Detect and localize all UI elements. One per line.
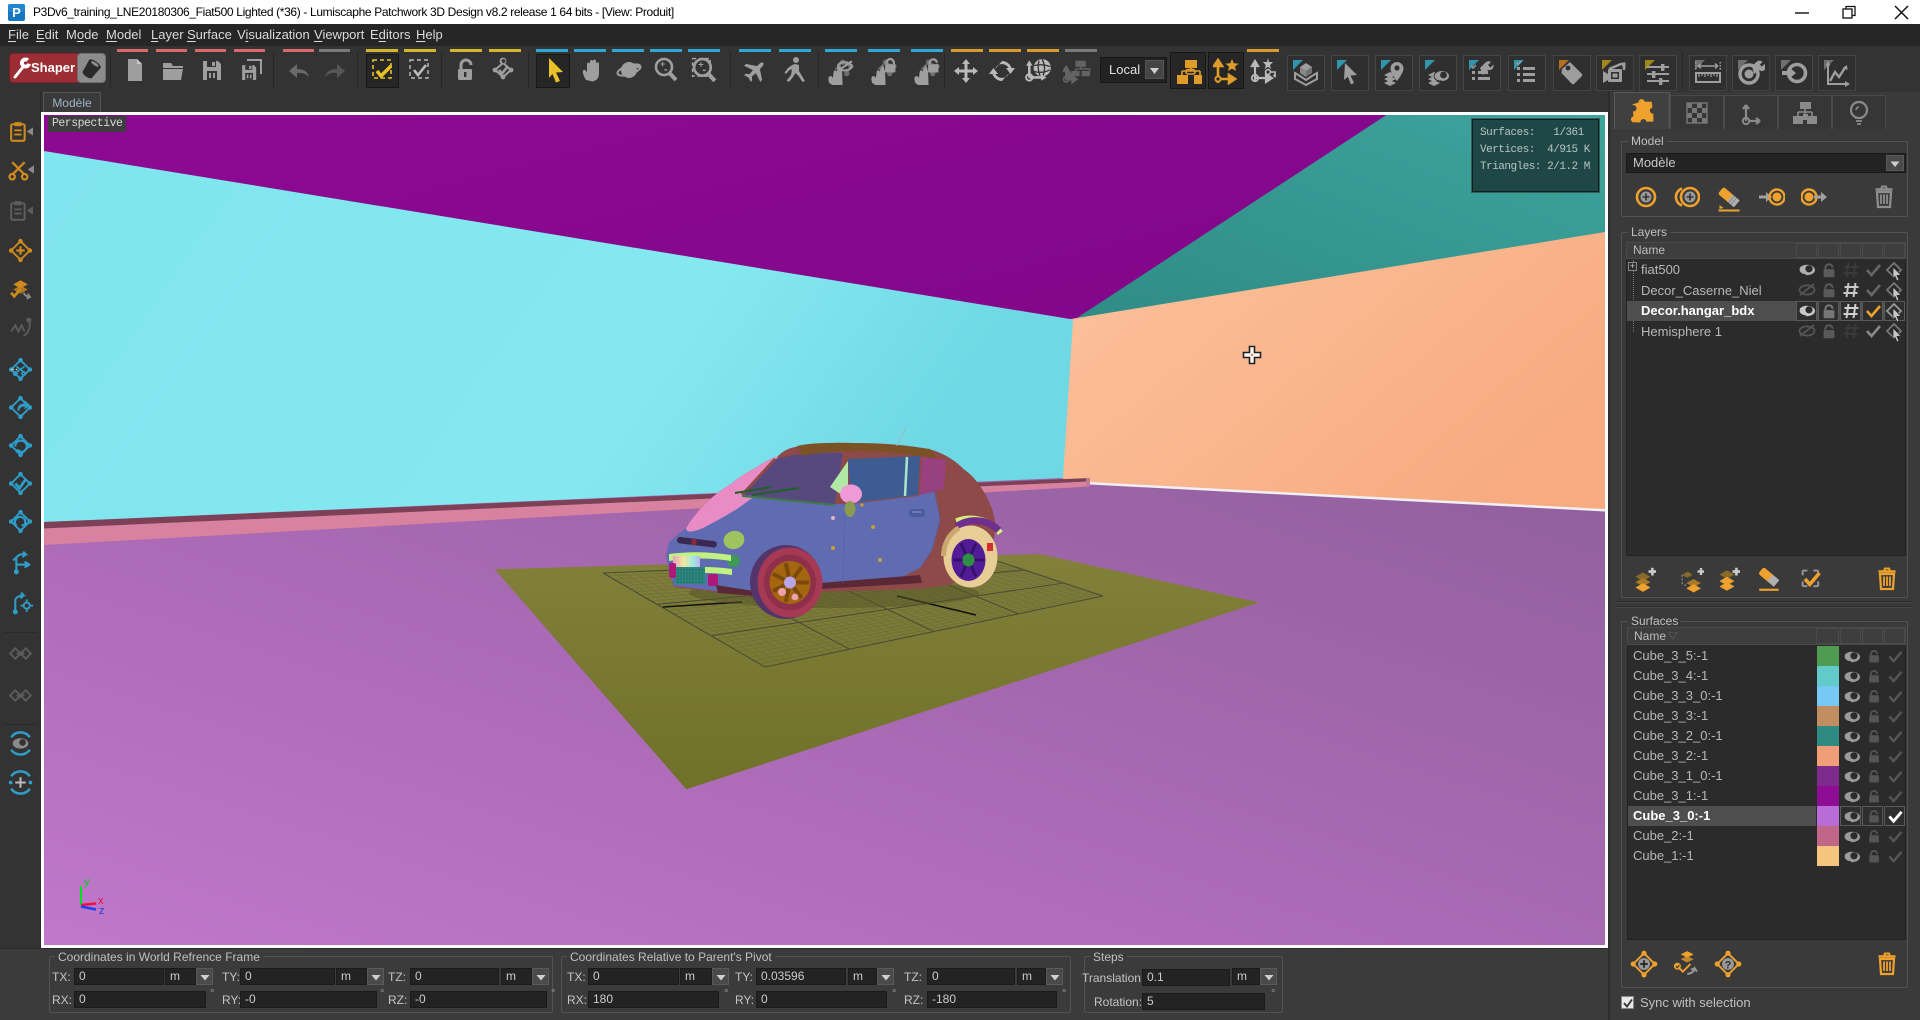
svg-text:?: ? xyxy=(1725,959,1732,971)
svg-text:y: y xyxy=(84,876,90,888)
svg-text:-: - xyxy=(702,64,706,76)
svg-text:z: z xyxy=(99,905,105,917)
svg-text:-: - xyxy=(664,64,668,76)
svg-text:P: P xyxy=(12,5,21,20)
